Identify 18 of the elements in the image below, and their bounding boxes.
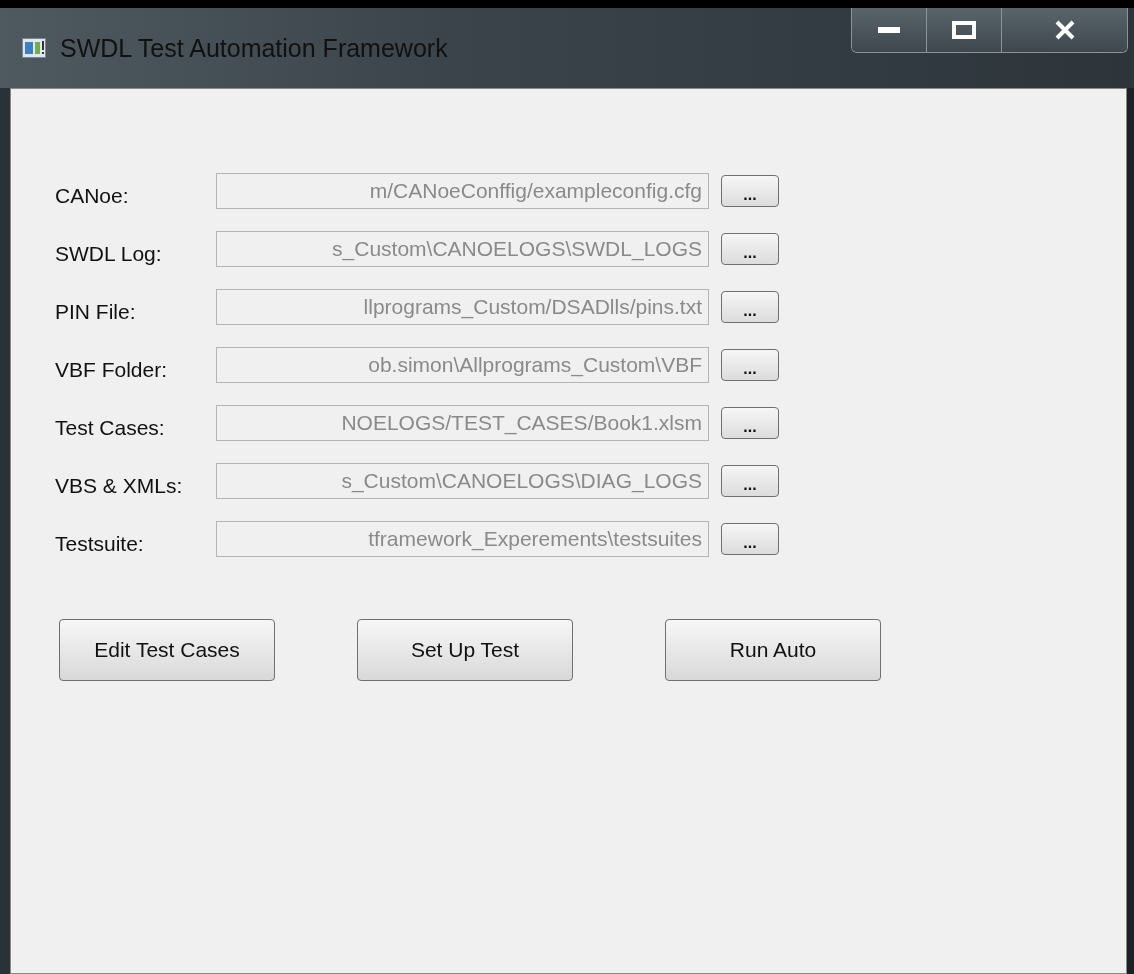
maximize-icon [952,21,976,39]
maximize-button[interactable] [927,8,1002,52]
app-icon [22,38,46,58]
minimize-icon [878,27,900,33]
field-label: CANoe: [55,183,130,208]
field-label: SWDL Log: [55,241,163,266]
close-icon [1053,20,1076,40]
action-button[interactable]: Set Up Test [357,619,573,681]
action-button[interactable]: Edit Test Cases [59,619,275,681]
field-label: PIN File: [55,299,137,324]
field-label: VBS & XMLs: [55,473,184,498]
field-label: Testsuite: [55,531,145,556]
close-button[interactable] [1002,8,1127,52]
minimize-button[interactable] [852,8,927,52]
action-button[interactable]: Run Auto [665,619,881,681]
window-title: SWDL Test Automation Framework [60,33,448,63]
field-label: VBF Folder: [55,357,169,382]
field-label: Test Cases: [55,415,166,440]
